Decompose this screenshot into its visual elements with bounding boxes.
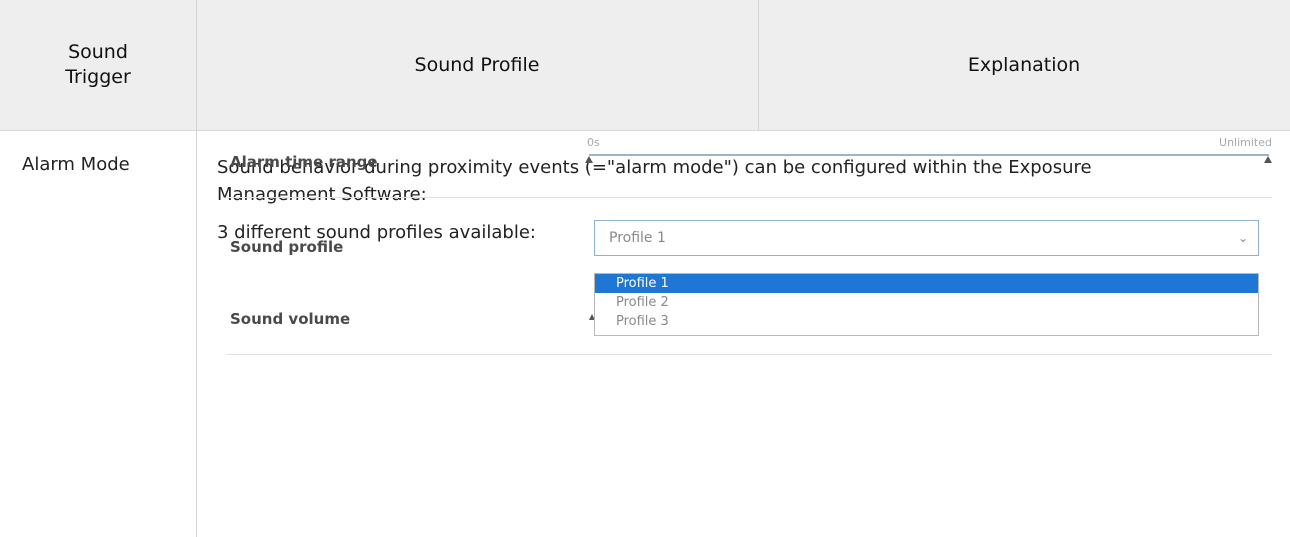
sound-volume-label: Sound volume — [230, 310, 351, 328]
range-slider-max-handle[interactable] — [1264, 156, 1272, 163]
dropdown-option[interactable]: Profile 2 — [595, 293, 1258, 312]
column-divider — [758, 0, 759, 130]
sound-profile-dropdown: Profile 1 Profile 2 Profile 3 — [594, 273, 1259, 336]
sound-profile-label: Sound profile — [230, 238, 344, 256]
header-sound-trigger-text: Sound Trigger — [65, 41, 131, 88]
sound-profile-select[interactable]: Profile 1 ⌄ — [594, 220, 1259, 256]
alarm-time-range-label: Alarm time range — [230, 153, 378, 171]
range-max-label: Unlimited — [1219, 136, 1272, 149]
divider — [227, 354, 1272, 355]
chevron-down-icon: ⌄ — [1237, 231, 1248, 245]
alarm-time-range-slider[interactable] — [589, 154, 1269, 156]
header-sound-profile: Sound Profile — [414, 53, 540, 76]
sound-trigger-table: Sound Trigger Sound Profile Explanation A… — [0, 0, 1290, 537]
sound-settings-screenshot: Alarm time range 0s Unlimited Sound prof… — [217, 134, 1277, 364]
range-slider-min-handle[interactable] — [585, 156, 593, 163]
divider — [227, 197, 1272, 198]
trigger-cell: Alarm Mode — [22, 154, 130, 175]
header-sound-trigger: Sound Trigger — [0, 0, 196, 130]
range-min-label: 0s — [587, 136, 600, 149]
table-header-row: Sound Trigger Sound Profile Explanation — [0, 0, 1290, 131]
dropdown-option[interactable]: Profile 3 — [595, 312, 1258, 331]
header-explanation: Explanation — [967, 53, 1081, 76]
sound-profile-select-value: Profile 1 — [609, 230, 666, 246]
dropdown-option[interactable]: Profile 1 — [595, 274, 1258, 293]
